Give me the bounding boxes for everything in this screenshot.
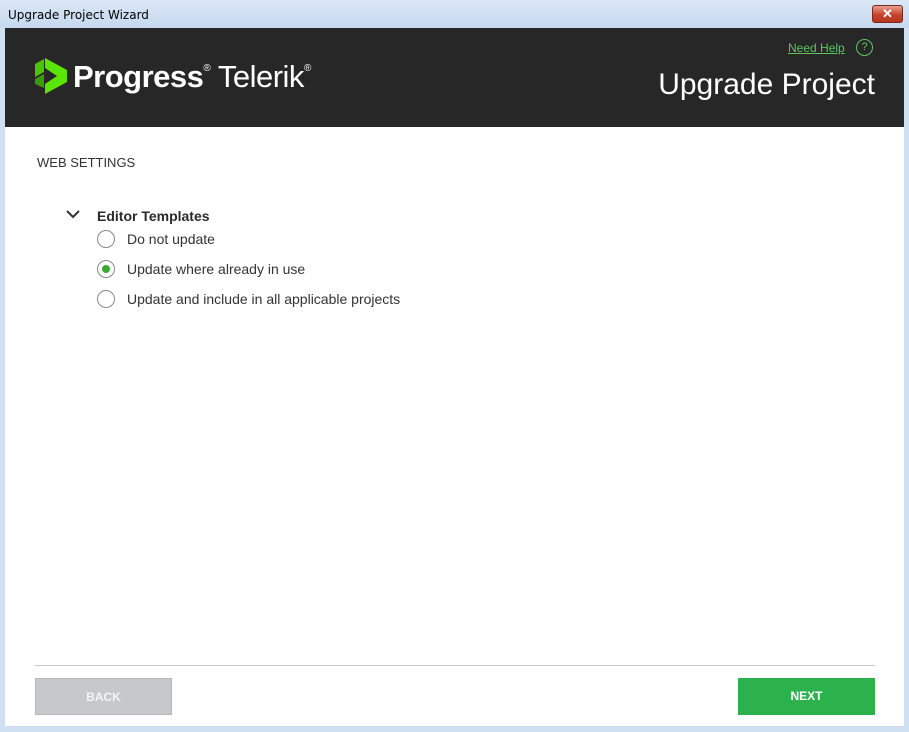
progress-logo-icon	[35, 58, 67, 94]
footer-divider	[35, 665, 875, 666]
option-label: Update and include in all applicable pro…	[127, 291, 401, 307]
help-circle-icon[interactable]: ?	[856, 39, 873, 56]
page-title: Upgrade Project	[658, 68, 875, 101]
need-help-link[interactable]: Need Help	[788, 41, 845, 55]
wizard-window: Progress® Telerik® Need Help ? Upgrade P…	[5, 28, 904, 726]
chevron-down-icon[interactable]	[65, 208, 81, 220]
window-title: Upgrade Project Wizard	[8, 8, 149, 22]
group-title: Editor Templates	[97, 208, 210, 224]
title-bar: Upgrade Project Wizard ✕	[0, 0, 909, 28]
back-button[interactable]: BACK	[35, 678, 172, 715]
section-title: WEB SETTINGS	[37, 155, 136, 170]
brand-secondary: Telerik	[217, 59, 305, 94]
close-icon: ✕	[882, 6, 893, 21]
next-button[interactable]: NEXT	[738, 678, 875, 715]
option-label: Update where already in use	[127, 261, 306, 277]
radio-update-and-include[interactable]	[97, 290, 115, 308]
option-label: Do not update	[127, 231, 215, 247]
header-bar: Progress® Telerik® Need Help ? Upgrade P…	[5, 28, 904, 127]
brand-primary: Progress	[73, 59, 204, 94]
brand-wordmark: Progress® Telerik®	[73, 59, 311, 95]
close-button[interactable]: ✕	[872, 5, 903, 23]
radio-update-where-in-use[interactable]	[97, 260, 115, 278]
registered-mark-2: ®	[303, 63, 311, 74]
radio-do-not-update[interactable]	[97, 230, 115, 248]
registered-mark: ®	[203, 63, 211, 74]
